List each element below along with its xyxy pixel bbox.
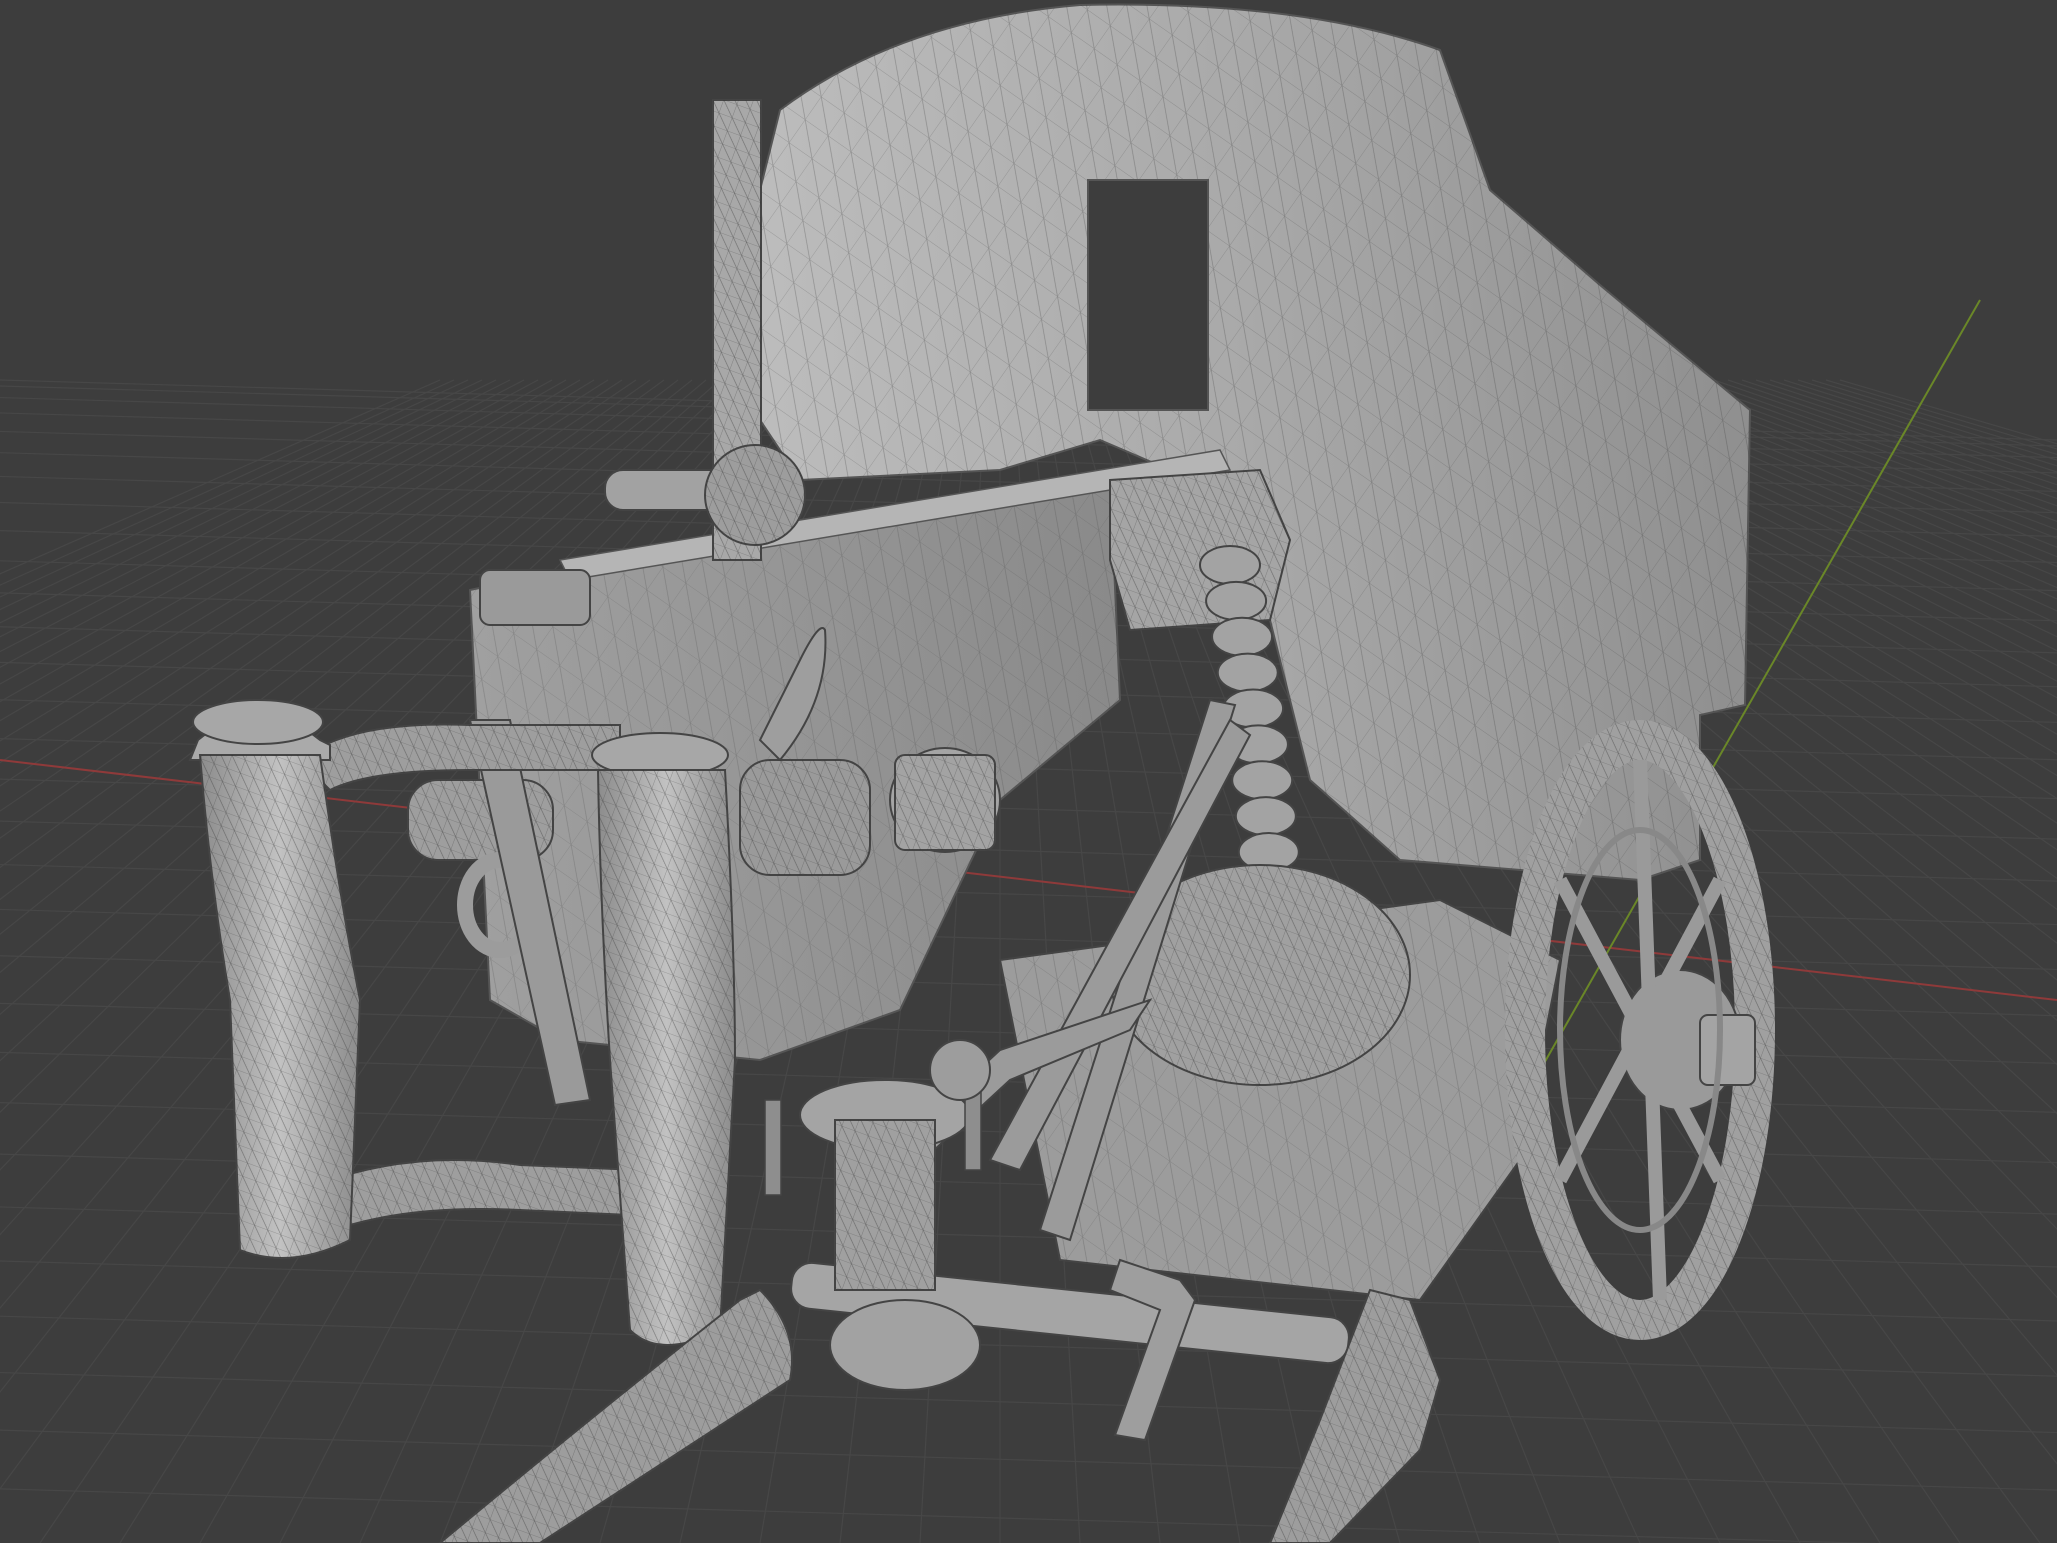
grid-line xyxy=(1783,379,2057,467)
shield-sight-window xyxy=(1087,179,1209,411)
cartridge xyxy=(1205,580,1268,621)
wheel[interactable] xyxy=(1505,720,1775,1340)
cartridge xyxy=(1231,760,1294,801)
3d-viewport[interactable] xyxy=(0,0,2057,1543)
right-grip[interactable] xyxy=(591,732,737,1346)
viewport-canvas[interactable] xyxy=(0,0,2057,1543)
cartridge xyxy=(1216,652,1279,693)
cartridge xyxy=(1211,616,1274,657)
cartridge xyxy=(1234,796,1297,837)
grid-line xyxy=(0,1488,1878,1543)
grid-line xyxy=(0,1371,2057,1434)
traverse-mechanism[interactable] xyxy=(764,1039,991,1391)
cartridge xyxy=(1199,545,1261,585)
grid-line xyxy=(0,379,441,575)
grid-line xyxy=(1811,379,2057,456)
grid-line xyxy=(1839,379,2057,445)
grid-line xyxy=(0,1429,2057,1491)
